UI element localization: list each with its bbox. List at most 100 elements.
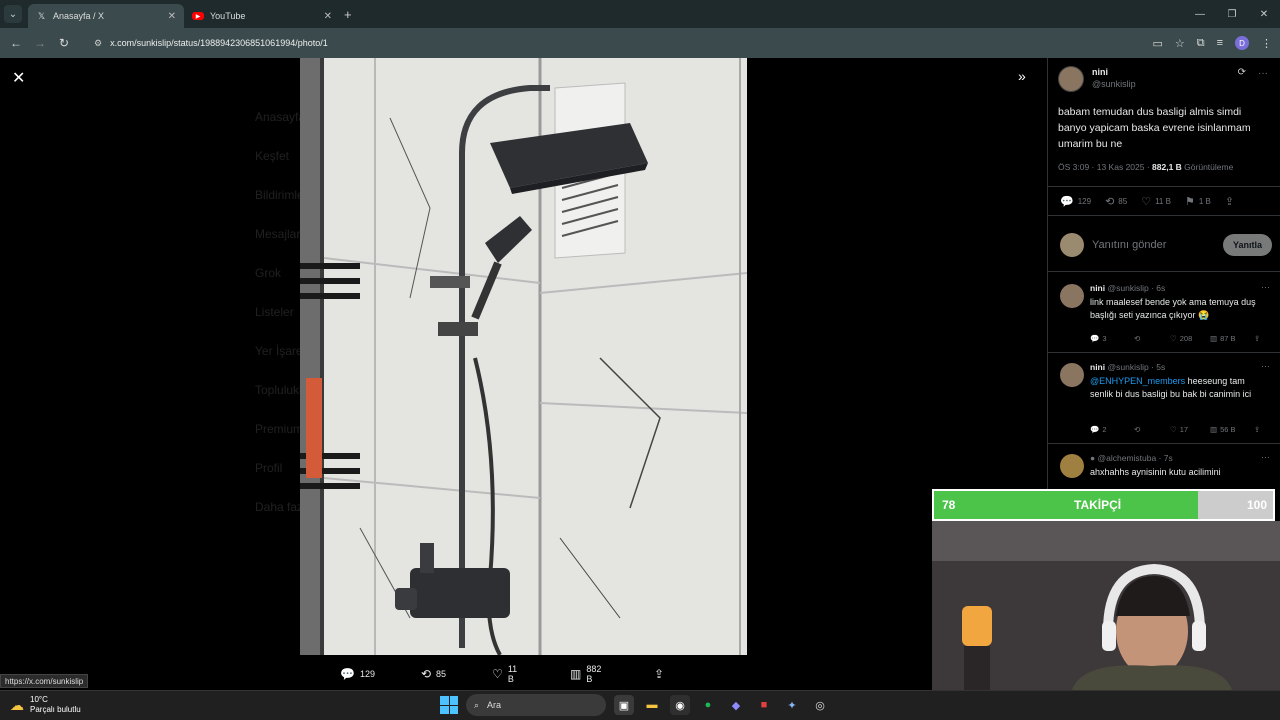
more-options-icon[interactable]: ··· xyxy=(1261,282,1270,292)
bookmark-count: 1 B xyxy=(1198,196,1211,206)
ghost-nav-item: Anasayfa xyxy=(255,110,306,124)
close-icon[interactable]: ✕ xyxy=(12,68,25,88)
retweet-stat[interactable]: ⟲ xyxy=(1134,334,1170,343)
new-tab-button[interactable]: + xyxy=(344,7,352,22)
share-stat[interactable]: ⇪ xyxy=(1225,195,1234,208)
profile-avatar[interactable]: D xyxy=(1235,36,1249,50)
avatar[interactable] xyxy=(1058,66,1084,92)
post-author[interactable]: nini @sunkislip xyxy=(1058,66,1136,92)
reply-item[interactable]: nini @sunkislip · 5s ··· @ENHYPEN_member… xyxy=(1048,353,1280,444)
reply-stat[interactable]: 💬 3 xyxy=(1090,334,1134,343)
reply-text: link maalesef bende yok ama temuya duş b… xyxy=(1090,297,1256,320)
share-icon[interactable]: ⇪ xyxy=(1254,425,1260,434)
minimize-icon[interactable]: — xyxy=(1184,9,1216,20)
reply-action[interactable]: 💬 129 xyxy=(340,667,375,681)
search-label: Ara xyxy=(487,700,502,710)
app-icon[interactable]: ■ xyxy=(754,695,774,715)
tab-search-menu-button[interactable]: ⌄ xyxy=(4,5,22,23)
verified-icon: ● xyxy=(1090,453,1096,463)
discord-icon[interactable]: ◆ xyxy=(726,695,746,715)
file-explorer-icon[interactable]: ▬ xyxy=(642,695,662,715)
tab-x-home[interactable]: 𝕏 Anasayfa / X ✕ xyxy=(28,4,184,28)
reply-count: 2 xyxy=(1102,425,1107,434)
close-window-icon[interactable]: ✕ xyxy=(1248,9,1280,20)
retweet-icon: ⟲ xyxy=(420,667,432,681)
more-options-icon[interactable]: ··· xyxy=(1258,68,1268,79)
retweet-stat[interactable]: ⟲ xyxy=(1134,425,1170,434)
analytics-icon: ▥ xyxy=(1210,425,1218,434)
reply-header: ● @alchemistuba · 7s xyxy=(1090,453,1173,463)
like-stat[interactable]: ♡ 11 B xyxy=(1141,195,1171,208)
more-options-icon[interactable]: ··· xyxy=(1261,452,1270,462)
retweet-icon: ⟲ xyxy=(1134,334,1141,343)
taskbar: ☁ 10°C Parçalı bulutlu ⌕ Ara ▣ ▬ ◉ ● ◆ ■… xyxy=(0,690,1280,720)
avatar[interactable] xyxy=(1060,284,1084,308)
follower-progress-fill xyxy=(934,491,1199,519)
retweet-count: 85 xyxy=(1118,196,1128,206)
bookmark-icon: ⚑ xyxy=(1184,195,1195,208)
windows-start-icon[interactable] xyxy=(440,696,458,714)
forward-arrow-icon[interactable]: → xyxy=(28,36,52,50)
task-view-icon[interactable]: ▣ xyxy=(614,695,634,715)
reply-stat[interactable]: 💬 2 xyxy=(1090,425,1134,434)
settings-icon[interactable]: ✦ xyxy=(782,695,802,715)
collapse-sidebar-icon[interactable]: » xyxy=(1018,68,1026,84)
heart-icon: ♡ xyxy=(1170,425,1177,434)
reply-input[interactable]: Yanıtını gönder xyxy=(1092,239,1166,251)
like-stat[interactable]: ♡ 17 xyxy=(1170,425,1210,434)
reading-list-icon[interactable]: ≡ xyxy=(1217,37,1223,49)
extensions-icon[interactable]: ⧉ xyxy=(1197,37,1205,50)
avatar xyxy=(1060,232,1084,257)
author-handle[interactable]: @sunkislip xyxy=(1092,78,1136,90)
avatar[interactable] xyxy=(1060,363,1084,387)
reply-meta: @sunkislip · 5s xyxy=(1107,362,1166,372)
weather-widget[interactable]: ☁ 10°C Parçalı bulutlu xyxy=(10,695,81,715)
reply-author-name[interactable]: nini xyxy=(1090,283,1105,293)
reply-icon: 💬 xyxy=(1090,334,1100,343)
spotify-icon[interactable]: ● xyxy=(698,695,718,715)
chrome-icon[interactable]: ◉ xyxy=(670,695,690,715)
restore-icon[interactable]: ❐ xyxy=(1216,9,1248,20)
avatar[interactable] xyxy=(1060,454,1084,478)
reply-button[interactable]: Yanıtla xyxy=(1222,234,1272,256)
follower-goal-bar: 78 TAKİPÇİ 100 xyxy=(932,489,1275,521)
author-name[interactable]: nini xyxy=(1092,66,1136,78)
post-photo[interactable] xyxy=(300,58,747,655)
cast-icon[interactable]: ▭ xyxy=(1152,37,1162,50)
reload-icon[interactable]: ↻ xyxy=(52,36,76,50)
post-timestamp[interactable]: ÖS 3:09 · 13 Kas 2025 · xyxy=(1058,162,1152,172)
mention-link[interactable]: @ENHYPEN_members xyxy=(1090,376,1185,386)
url-field[interactable]: ⚙ x.com/sunkislip/status/198894230685106… xyxy=(94,32,1114,54)
more-options-icon[interactable]: ··· xyxy=(1261,361,1270,371)
site-info-icon[interactable]: ⚙ xyxy=(94,38,102,49)
reply-author-name[interactable]: nini xyxy=(1090,362,1105,372)
reply-text: @ENHYPEN_members heeseung tam senlik bi … xyxy=(1090,375,1270,401)
like-action[interactable]: ♡ 11 B xyxy=(492,664,524,684)
bookmark-stat[interactable]: ⚑ 1 B xyxy=(1185,195,1211,208)
back-arrow-icon[interactable]: ← xyxy=(4,36,28,50)
like-stat[interactable]: ♡ 208 xyxy=(1170,334,1210,343)
share-icon[interactable]: ⇪ xyxy=(1254,334,1260,343)
reply-item[interactable]: nini @sunkislip · 6s ··· link maalesef b… xyxy=(1048,274,1280,353)
share-action[interactable]: ⇪ xyxy=(654,667,664,681)
ghost-nav-item: Premium xyxy=(255,422,304,436)
browser-menu-icon[interactable]: ⋮ xyxy=(1261,37,1272,50)
views-stat[interactable]: ▥ 56 B xyxy=(1210,425,1254,434)
retweet-action[interactable]: ⟲ 85 xyxy=(421,667,446,681)
tab-youtube[interactable]: ▶ YouTube ✕ xyxy=(184,4,340,28)
address-bar-row: ← → ↻ ⚙ x.com/sunkislip/status/198894230… xyxy=(0,28,1280,58)
obs-icon[interactable]: ◎ xyxy=(810,695,830,715)
taskbar-apps: ⌕ Ara ▣ ▬ ◉ ● ◆ ■ ✦ ◎ xyxy=(440,694,830,716)
analytics-icon: ▥ xyxy=(570,667,582,681)
views-stat[interactable]: ▥ 87 B xyxy=(1210,334,1254,343)
taskbar-search[interactable]: ⌕ Ara xyxy=(466,694,606,716)
reply-stats: 💬 2 ⟲ ♡ 17 ▥ 56 B ⇪ xyxy=(1090,425,1274,434)
grok-icon[interactable]: ⟳ xyxy=(1238,67,1246,78)
tab-close-icon[interactable]: ✕ xyxy=(324,11,332,22)
retweet-stat[interactable]: ⟲ 85 xyxy=(1105,195,1127,208)
reply-stat[interactable]: 💬 129 xyxy=(1060,195,1091,208)
tab-close-icon[interactable]: ✕ xyxy=(168,11,176,22)
search-icon: ⌕ xyxy=(474,699,480,710)
bookmark-star-icon[interactable]: ☆ xyxy=(1175,37,1185,50)
views-action[interactable]: ▥ 882 B xyxy=(570,664,608,684)
